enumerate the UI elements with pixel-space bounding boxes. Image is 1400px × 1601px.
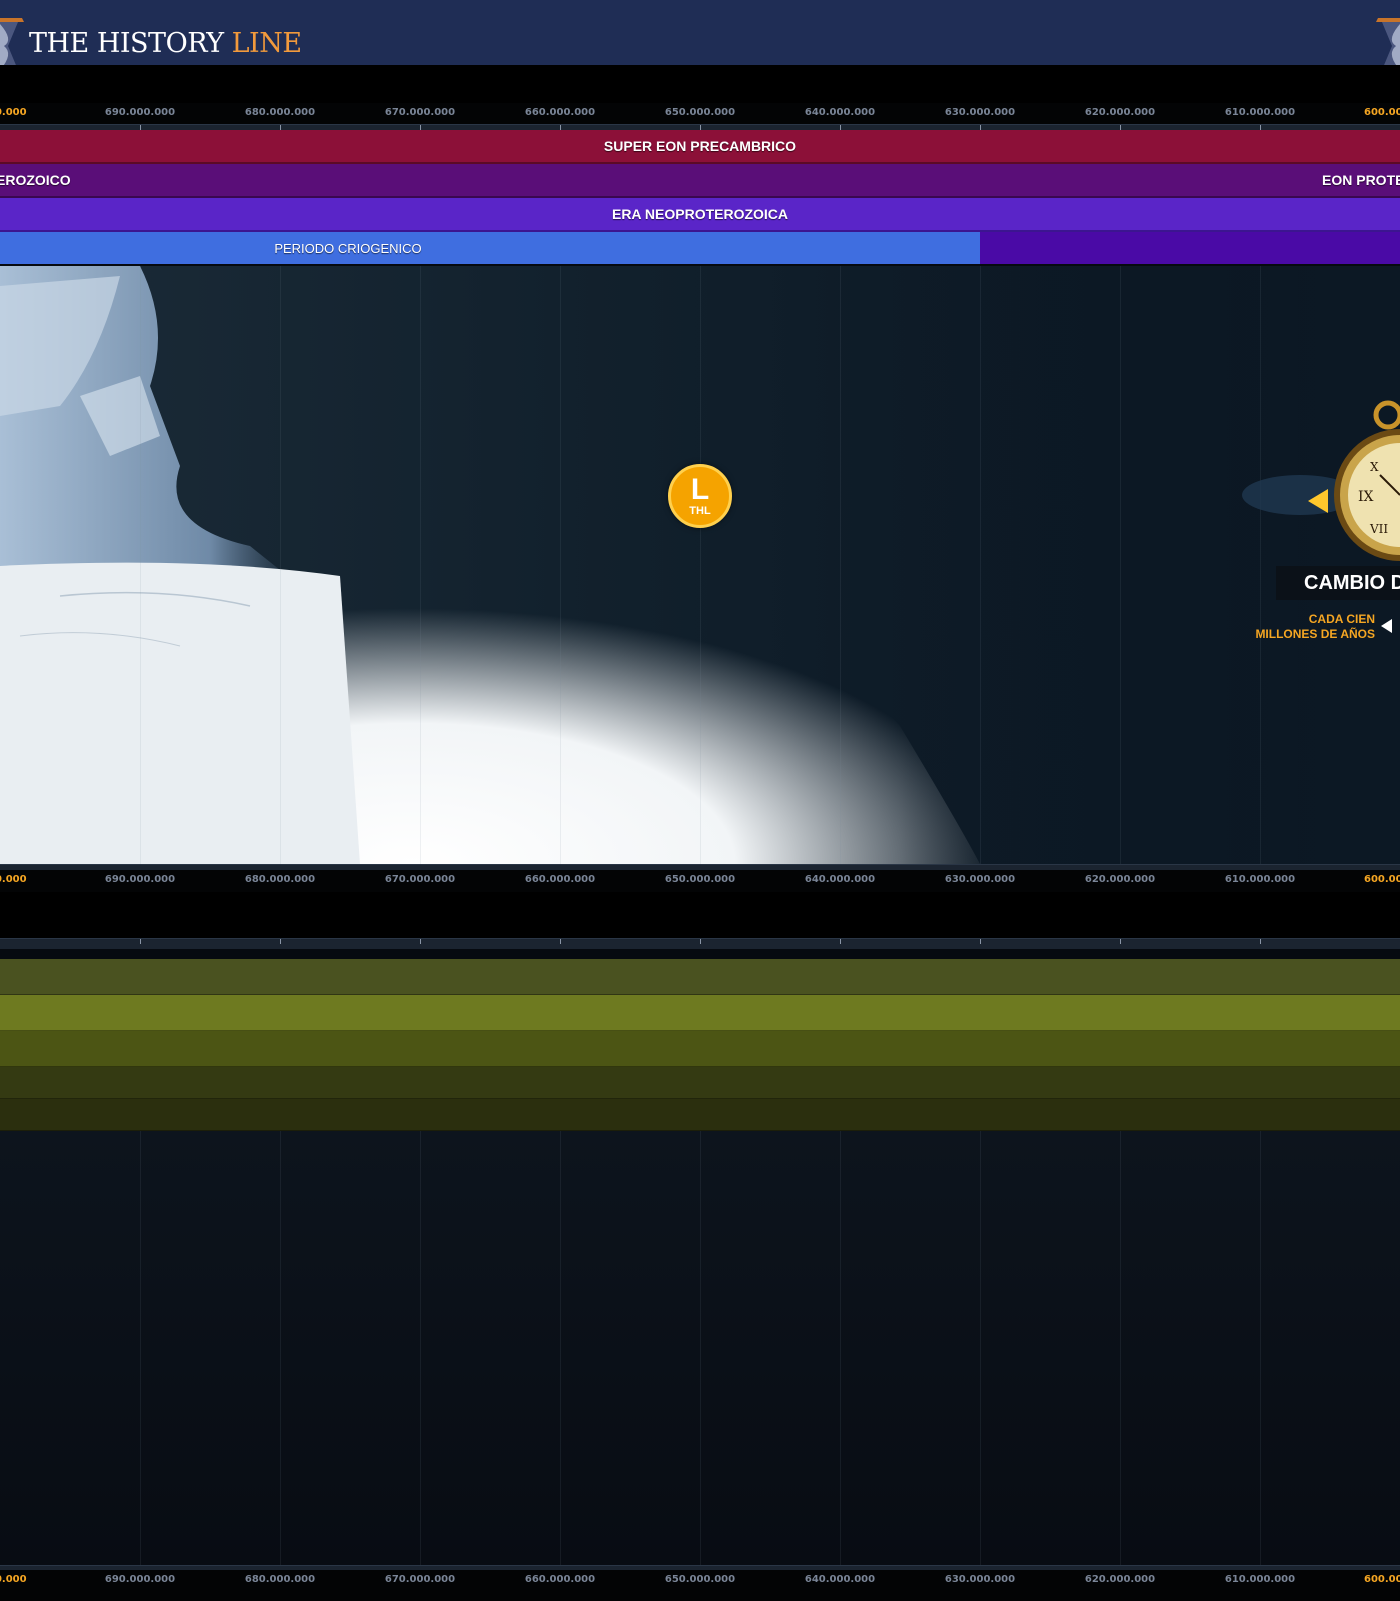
ruler-tick-label: 690.000.000 xyxy=(104,874,176,885)
lower-band-5[interactable] xyxy=(0,1099,1400,1131)
band-era[interactable]: ERA NEOPROTEROZOICA xyxy=(0,198,1400,232)
svg-text:X: X xyxy=(1370,460,1379,474)
grid-line xyxy=(280,1131,281,1565)
grid-line xyxy=(280,266,281,864)
ruler-tick-label: 610.000.000 xyxy=(1224,107,1296,118)
timeline-ruler-top: 00.000 690.000.000 680.000.000 670.000.0… xyxy=(0,103,1400,125)
ruler-tick-label: 690.000.000 xyxy=(104,1574,176,1585)
ruler-tick-label: 680.000.000 xyxy=(244,1574,316,1585)
ruler-tick-label: 680.000.000 xyxy=(244,874,316,885)
ruler-tick-label: 610.000.000 xyxy=(1224,1574,1296,1585)
ruler-tick-label: 630.000.000 xyxy=(944,107,1016,118)
ruler-tick-label: 670.000.000 xyxy=(384,1574,456,1585)
ruler-tick-label: 610.000.000 xyxy=(1224,874,1296,885)
ruler-edge-label-right: 600.00 xyxy=(1364,107,1400,118)
pocket-watch-icon[interactable]: IX X VII xyxy=(1240,395,1400,645)
ruler-tick-label: 660.000.000 xyxy=(524,1574,596,1585)
clock-title: CAMBIO D xyxy=(1276,566,1400,600)
lower-timeline-panel xyxy=(0,1131,1400,1565)
grid-line xyxy=(140,1131,141,1565)
arrow-left-icon[interactable] xyxy=(1308,489,1328,513)
grid-line xyxy=(840,1131,841,1565)
band-super-eon-label: SUPER EON PRECAMBRICO xyxy=(603,138,797,154)
marker-caption: THL xyxy=(689,505,711,517)
ruler-tick-label: 640.000.000 xyxy=(804,874,876,885)
tick-mark xyxy=(1260,939,1261,944)
tick-mark xyxy=(280,939,281,944)
ruler-edge-label-right: 600.00 xyxy=(1364,874,1400,885)
ruler-tick-label: 670.000.000 xyxy=(384,874,456,885)
ruler-tick-label: 640.000.000 xyxy=(804,1574,876,1585)
grid-line xyxy=(840,266,841,864)
grid-line xyxy=(700,266,701,864)
section-gap xyxy=(0,892,1400,938)
lower-band-3[interactable] xyxy=(0,1031,1400,1067)
ruler-edge-label-right: 600.00 xyxy=(1364,1574,1400,1585)
clock-subtitle-line1: CADA CIEN xyxy=(1308,612,1375,626)
band-period-label: PERIODO CRIOGENICO xyxy=(274,240,422,256)
ruler-tick-label: 630.000.000 xyxy=(944,1574,1016,1585)
grid-line xyxy=(560,266,561,864)
grid-line xyxy=(980,1131,981,1565)
tick-mark xyxy=(1120,939,1121,944)
tick-mark xyxy=(140,939,141,944)
grid-line xyxy=(140,266,141,864)
tick-mark xyxy=(560,939,561,944)
header-gap xyxy=(0,65,1400,103)
band-eon-label-right: EON PROTE xyxy=(1322,172,1400,188)
grid-line xyxy=(420,1131,421,1565)
event-marker-button[interactable]: L THL xyxy=(668,464,732,528)
ruler-tick-label: 630.000.000 xyxy=(944,874,1016,885)
band-period-next[interactable] xyxy=(980,232,1400,264)
marker-letter: L xyxy=(690,473,710,506)
ruler-tick-label: 650.000.000 xyxy=(664,1574,736,1585)
ruler-tick-label: 640.000.000 xyxy=(804,107,876,118)
tick-mark xyxy=(840,939,841,944)
svg-text:IX: IX xyxy=(1358,489,1374,505)
band-super-eon[interactable]: SUPER EON PRECAMBRICO xyxy=(0,130,1400,164)
app-header: THE HISTORY LINE xyxy=(0,0,1400,86)
grid-line xyxy=(700,1131,701,1565)
band-eon[interactable]: EROZOICO EON PROTE xyxy=(0,164,1400,198)
grid-line xyxy=(980,266,981,864)
arrow-left-icon[interactable] xyxy=(1381,619,1392,633)
ruler-tick-label: 650.000.000 xyxy=(664,874,736,885)
lower-band-1[interactable] xyxy=(0,959,1400,995)
band-period[interactable]: PERIODO CRIOGENICO xyxy=(0,232,980,264)
lower-band-2[interactable] xyxy=(0,995,1400,1031)
grid-line xyxy=(1120,266,1121,864)
ruler-edge-label-left: 00.000 xyxy=(0,874,27,885)
ruler-tick-label: 670.000.000 xyxy=(384,107,456,118)
grid-line xyxy=(420,266,421,864)
grid-line xyxy=(1120,1131,1121,1565)
tick-mark xyxy=(980,939,981,944)
ruler-tick-label: 690.000.000 xyxy=(104,107,176,118)
tick-mark xyxy=(420,939,421,944)
tick-strip-lower xyxy=(0,938,1400,949)
clock-subtitle: CADA CIEN MILLONES DE AÑOS xyxy=(1220,612,1375,642)
ruler-tick-label: 620.000.000 xyxy=(1084,874,1156,885)
band-era-label: ERA NEOPROTEROZOICA xyxy=(611,206,789,222)
lower-band-4[interactable] xyxy=(0,1067,1400,1099)
ruler-tick-label: 680.000.000 xyxy=(244,107,316,118)
ruler-edge-label-left: 00.000 xyxy=(0,107,27,118)
band-eon-label-left: EROZOICO xyxy=(0,172,71,188)
grid-line xyxy=(1260,1131,1261,1565)
grid-line xyxy=(560,1131,561,1565)
tick-mark xyxy=(700,939,701,944)
ruler-tick-label: 620.000.000 xyxy=(1084,107,1156,118)
ruler-tick-label: 620.000.000 xyxy=(1084,1574,1156,1585)
timeline-ruler-middle: 00.000 690.000.000 680.000.000 670.000.0… xyxy=(0,870,1400,892)
svg-text:VII: VII xyxy=(1369,522,1388,536)
clock-subtitle-line2: MILLONES DE AÑOS xyxy=(1255,627,1375,641)
ruler-tick-label: 660.000.000 xyxy=(524,107,596,118)
ruler-edge-label-left: 00.000 xyxy=(0,1574,27,1585)
era-illustration-panel xyxy=(0,266,1400,864)
ruler-tick-label: 650.000.000 xyxy=(664,107,736,118)
ruler-tick-label: 660.000.000 xyxy=(524,874,596,885)
logo-text[interactable]: THE HISTORY LINE xyxy=(29,28,302,59)
timeline-ruler-bottom: 00.000 690.000.000 680.000.000 670.000.0… xyxy=(0,1570,1400,1601)
